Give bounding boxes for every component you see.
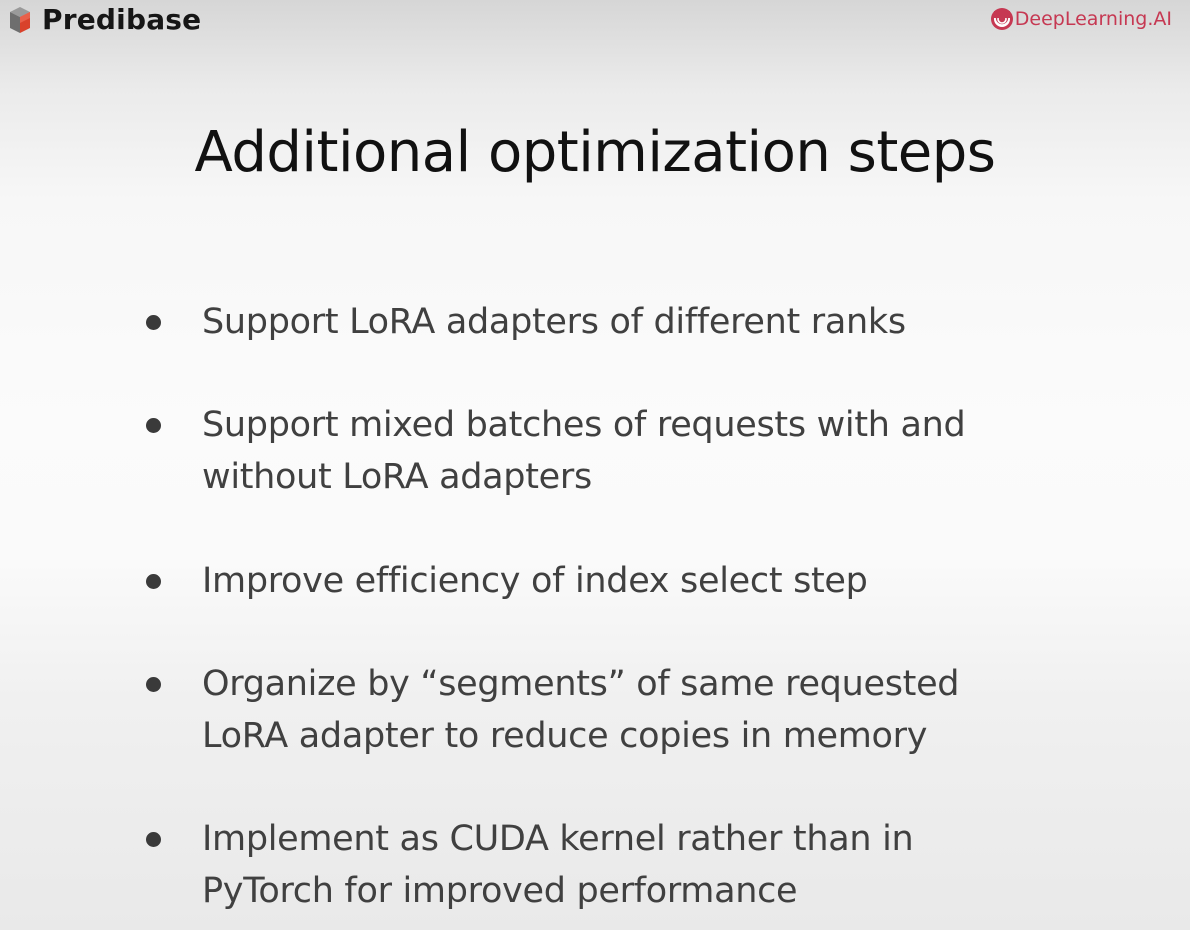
bullet-text: Improve efficiency of index select step [202,561,868,601]
bullet-text: Support LoRA adapters of different ranks [202,302,906,342]
bullet-text: Support mixed batches of requests with a… [202,405,966,497]
bullet-dot-icon [146,574,161,589]
bullet-text: Implement as CUDA kernel rather than in … [202,819,914,911]
bullet-dot-icon [146,677,161,692]
bullet-dot-icon [146,832,161,847]
bullet-text: Organize by “segments” of same requested… [202,664,960,756]
bullet-dot-icon [146,418,161,433]
bullet-dot-icon [146,315,161,330]
bullet-list: Support LoRA adapters of different ranks… [0,0,1190,930]
